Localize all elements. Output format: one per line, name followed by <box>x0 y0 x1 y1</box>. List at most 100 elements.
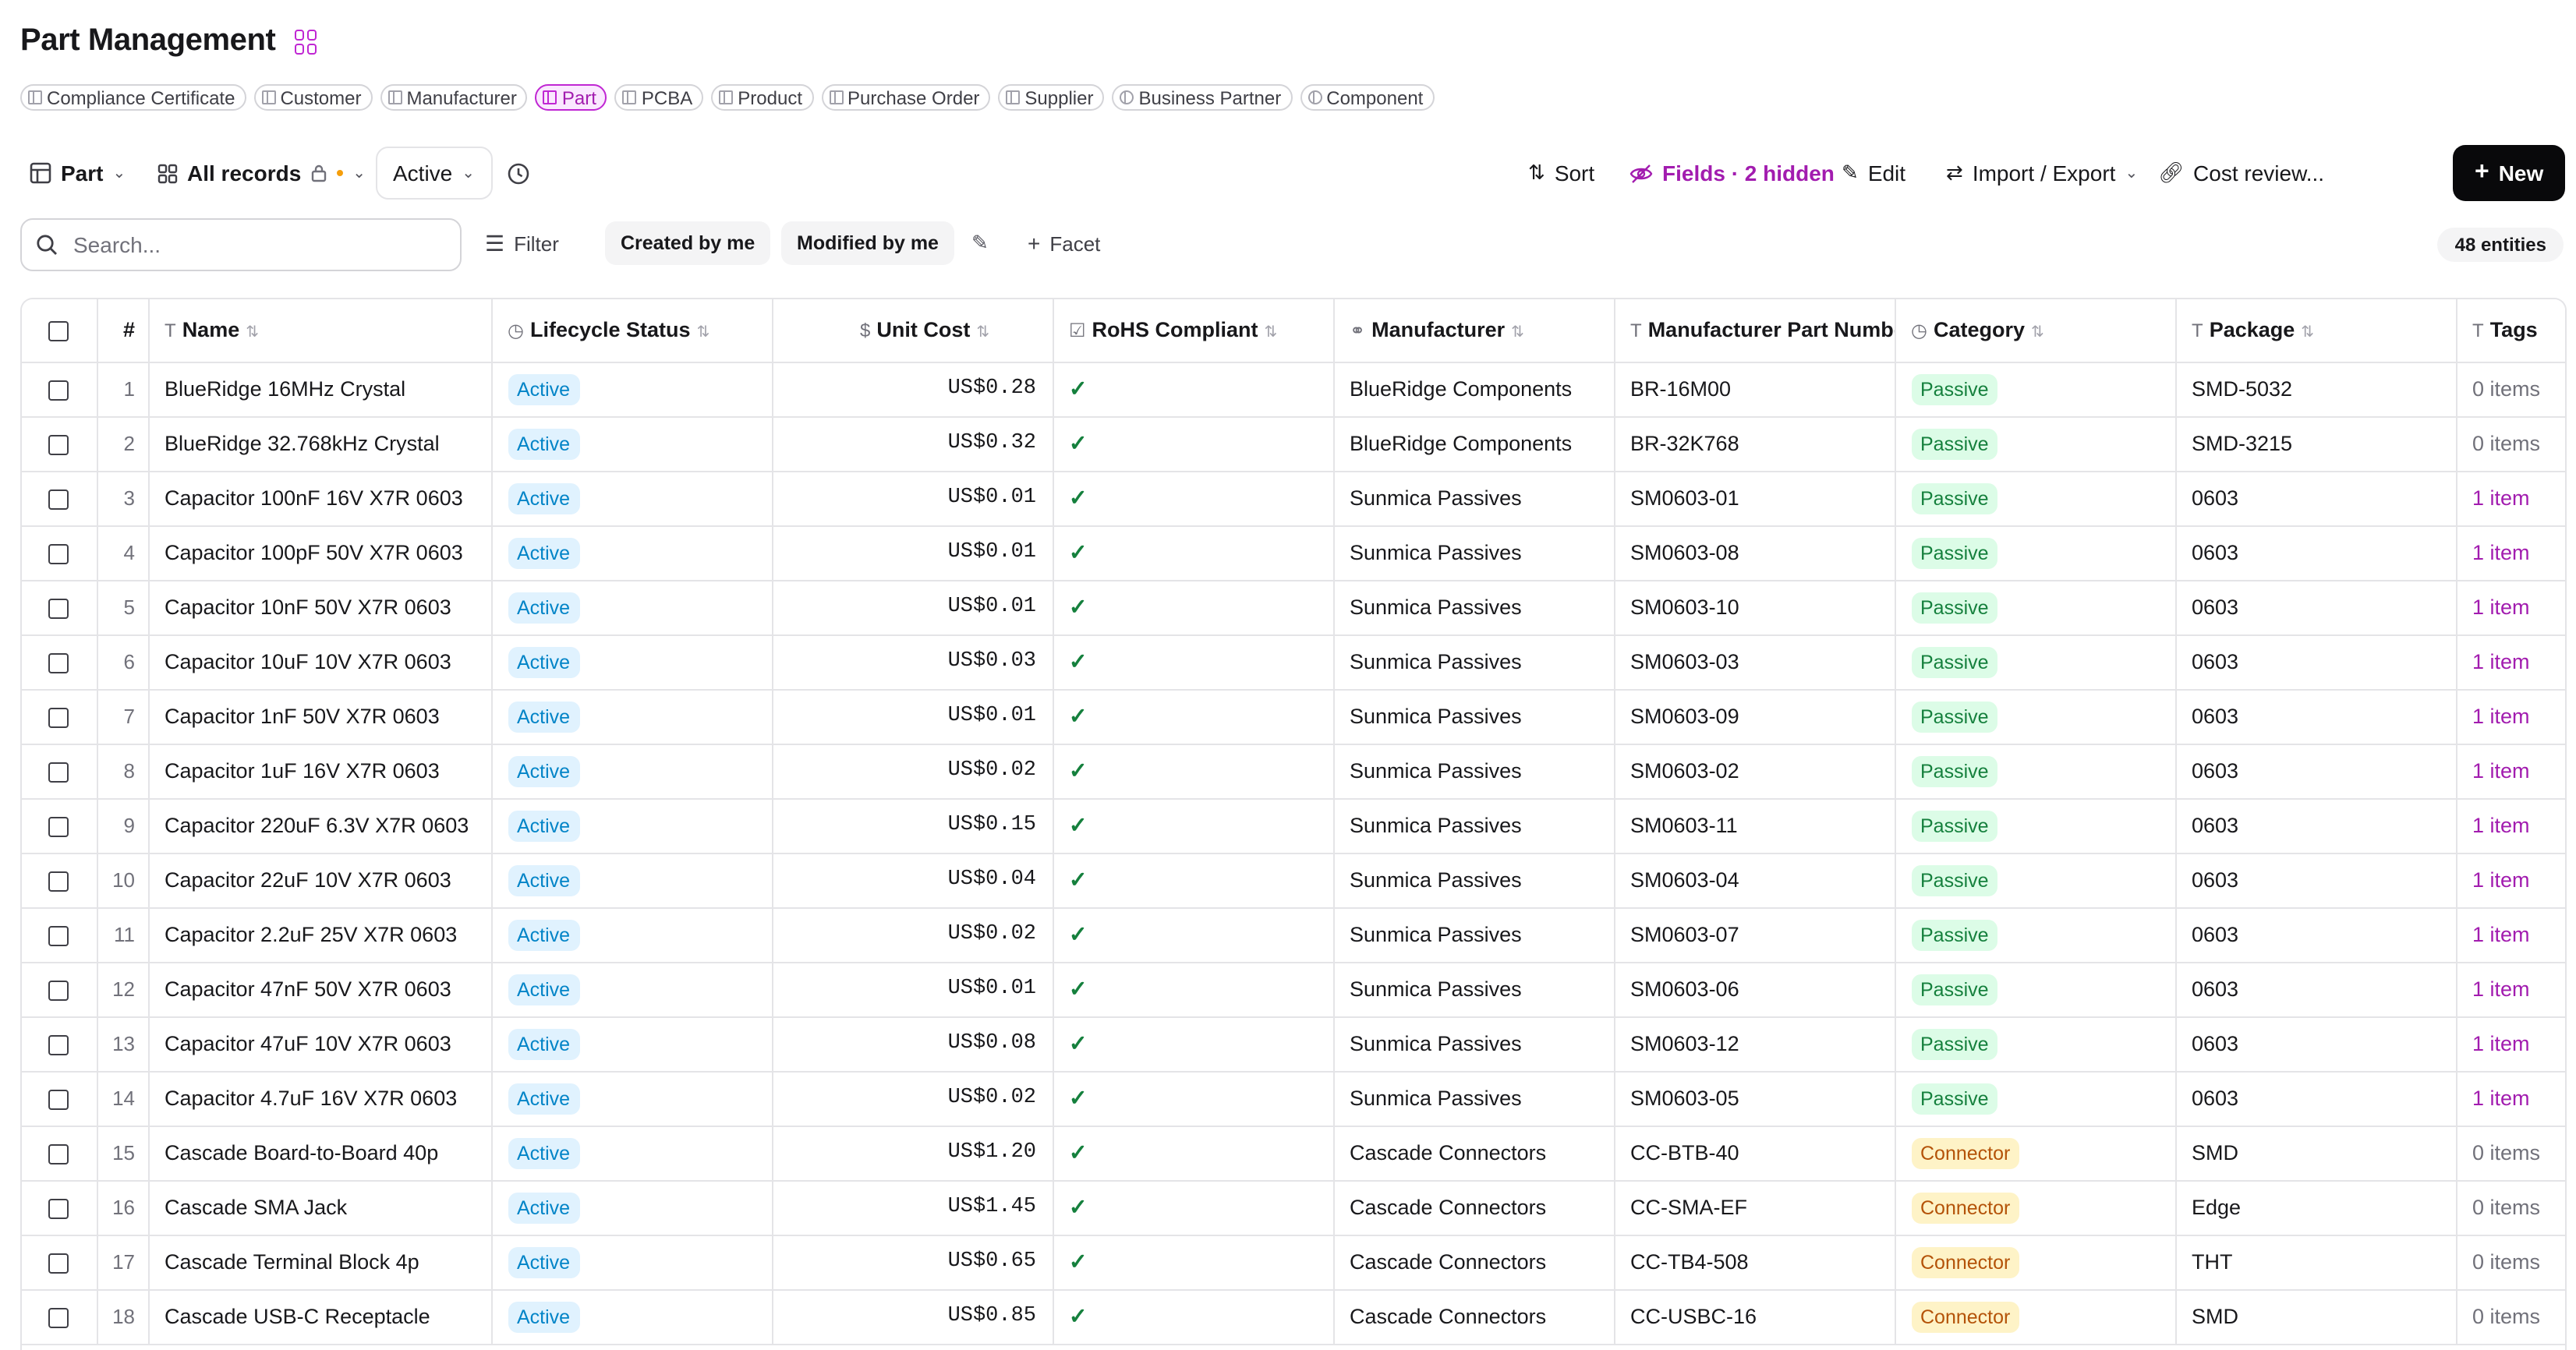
select-all-checkbox-cell[interactable] <box>22 299 97 362</box>
cell-unit-cost[interactable]: US$0.32 <box>772 416 1053 472</box>
tab-customer[interactable]: Customer <box>253 84 373 111</box>
row-checkbox-cell[interactable] <box>22 798 97 853</box>
cell-package[interactable]: 0603 <box>2175 962 2457 1017</box>
cell-manufacturer[interactable]: Sunmica Passives <box>1333 853 1615 908</box>
row-checkbox-cell[interactable] <box>22 1235 97 1290</box>
cell-name[interactable]: Capacitor 22uF 10V X7R 0603 <box>148 853 492 908</box>
cell-mpn[interactable]: CC-BTB-40 <box>1614 1126 1895 1181</box>
cell-category[interactable]: Passive <box>1895 962 2176 1017</box>
cell-tags[interactable]: 0 items <box>2456 416 2565 472</box>
row-checkbox[interactable] <box>48 1143 69 1164</box>
cell-mpn[interactable]: SM0603-06 <box>1614 962 1895 1017</box>
cell-name[interactable]: BlueRidge 32.768kHz Crystal <box>148 416 492 472</box>
created-by-me-chip[interactable]: Created by me <box>605 221 771 265</box>
cell-category[interactable]: Passive <box>1895 744 2176 799</box>
row-checkbox[interactable] <box>48 1089 69 1110</box>
row-checkbox[interactable] <box>48 1253 69 1274</box>
table-row[interactable]: 10 Capacitor 22uF 10V X7R 0603 Active US$0.… <box>22 853 2565 908</box>
filter-button[interactable]: ☰ Filter <box>485 221 559 265</box>
cell-rohs-compliant[interactable]: ✓ <box>1053 416 1334 472</box>
cell-tags[interactable]: 1 item <box>2456 962 2565 1017</box>
cell-name[interactable]: Cascade USB-C Receptacle <box>148 1289 492 1345</box>
tab-part[interactable]: Part <box>535 84 607 111</box>
row-checkbox-cell[interactable] <box>22 1016 97 1072</box>
cell-unit-cost[interactable]: US$0.28 <box>772 362 1053 417</box>
table-row[interactable]: 18 Cascade USB-C Receptacle Active US$0.85 ✓… <box>22 1289 2565 1345</box>
entity-select[interactable]: Part ⌄ <box>30 145 126 201</box>
row-checkbox-cell[interactable] <box>22 689 97 744</box>
search-input[interactable] <box>70 231 435 259</box>
column-header-name[interactable]: T Name ⇅ <box>148 299 492 362</box>
cell-category[interactable]: Connector <box>1895 1126 2176 1181</box>
cell-manufacturer[interactable]: BlueRidge Components <box>1333 416 1615 472</box>
row-checkbox[interactable] <box>48 380 69 401</box>
cell-category[interactable]: Connector <box>1895 1235 2176 1290</box>
cell-manufacturer[interactable]: Sunmica Passives <box>1333 471 1615 526</box>
cell-package[interactable]: SMD <box>2175 1126 2457 1181</box>
cell-package[interactable]: Edge <box>2175 1180 2457 1235</box>
cell-mpn[interactable]: CC-USBC-16 <box>1614 1289 1895 1345</box>
cell-unit-cost[interactable]: US$0.85 <box>772 1289 1053 1345</box>
row-checkbox[interactable] <box>48 871 69 892</box>
cell-mpn[interactable]: SM0603-07 <box>1614 907 1895 963</box>
tab-pcba[interactable]: PCBA <box>614 84 704 111</box>
row-checkbox[interactable] <box>48 707 69 728</box>
cell-tags[interactable]: 0 items <box>2456 1289 2565 1345</box>
cell-mpn[interactable]: SM0603-04 <box>1614 853 1895 908</box>
cell-lifecycle-status[interactable]: Active <box>491 744 773 799</box>
cell-manufacturer[interactable]: Sunmica Passives <box>1333 634 1615 690</box>
cell-category[interactable]: Connector <box>1895 1289 2176 1345</box>
row-checkbox-cell[interactable] <box>22 471 97 526</box>
cell-rohs-compliant[interactable]: ✓ <box>1053 853 1334 908</box>
cell-package[interactable]: 0603 <box>2175 1016 2457 1072</box>
cell-manufacturer[interactable]: Sunmica Passives <box>1333 744 1615 799</box>
cell-manufacturer[interactable]: Sunmica Passives <box>1333 580 1615 635</box>
cell-rohs-compliant[interactable]: ✓ <box>1053 525 1334 581</box>
cell-lifecycle-status[interactable]: Active <box>491 1071 773 1126</box>
cell-mpn[interactable]: SM0603-12 <box>1614 1016 1895 1072</box>
row-checkbox-cell[interactable] <box>22 962 97 1017</box>
cell-lifecycle-status[interactable]: Active <box>491 580 773 635</box>
cell-unit-cost[interactable]: US$0.01 <box>772 525 1053 581</box>
cell-manufacturer[interactable]: Sunmica Passives <box>1333 962 1615 1017</box>
cell-mpn[interactable]: SM0603-09 <box>1614 689 1895 744</box>
cell-tags[interactable]: 1 item <box>2456 744 2565 799</box>
row-checkbox[interactable] <box>48 652 69 673</box>
cell-tags[interactable]: 1 item <box>2456 1016 2565 1072</box>
row-checkbox-cell[interactable] <box>22 853 97 908</box>
tab-compliance-certificate[interactable]: Compliance Certificate <box>20 84 246 111</box>
cell-category[interactable]: Passive <box>1895 689 2176 744</box>
cell-package[interactable]: SMD-3215 <box>2175 416 2457 472</box>
cell-unit-cost[interactable]: US$0.15 <box>772 798 1053 853</box>
fields-button[interactable]: Fields · 2 hidden <box>1629 145 1835 201</box>
table-row[interactable]: 17 Cascade Terminal Block 4p Active US$0.65… <box>22 1235 2565 1290</box>
cell-unit-cost[interactable]: US$0.01 <box>772 962 1053 1017</box>
cell-rohs-compliant[interactable]: ✓ <box>1053 1016 1334 1072</box>
cost-review-button[interactable]: 🔗︎ Cost review... <box>2158 145 2324 201</box>
row-checkbox[interactable] <box>48 434 69 455</box>
cell-tags[interactable]: 1 item <box>2456 853 2565 908</box>
cell-manufacturer[interactable]: Cascade Connectors <box>1333 1289 1615 1345</box>
cell-tags[interactable]: 1 item <box>2456 907 2565 963</box>
cell-manufacturer[interactable]: Sunmica Passives <box>1333 1016 1615 1072</box>
cell-mpn[interactable]: BR-32K768 <box>1614 416 1895 472</box>
cell-rohs-compliant[interactable]: ✓ <box>1053 580 1334 635</box>
cell-name[interactable]: Cascade Terminal Block 4p <box>148 1235 492 1290</box>
cell-rohs-compliant[interactable]: ✓ <box>1053 798 1334 853</box>
cell-manufacturer[interactable]: Sunmica Passives <box>1333 525 1615 581</box>
cell-unit-cost[interactable]: US$0.65 <box>772 1235 1053 1290</box>
tab-manufacturer[interactable]: Manufacturer <box>380 84 528 111</box>
cell-unit-cost[interactable]: US$0.02 <box>772 1071 1053 1126</box>
cell-name[interactable]: Capacitor 1nF 50V X7R 0603 <box>148 689 492 744</box>
cell-name[interactable]: Capacitor 4.7uF 16V X7R 0603 <box>148 1071 492 1126</box>
row-checkbox-cell[interactable] <box>22 907 97 963</box>
cell-lifecycle-status[interactable]: Active <box>491 962 773 1017</box>
search-box[interactable] <box>20 218 462 271</box>
cell-lifecycle-status[interactable]: Active <box>491 471 773 526</box>
table-row[interactable]: 14 Capacitor 4.7uF 16V X7R 0603 Active US$0… <box>22 1071 2565 1126</box>
cell-name[interactable]: Capacitor 100nF 16V X7R 0603 <box>148 471 492 526</box>
history-button[interactable] <box>507 145 530 201</box>
cell-name[interactable]: BlueRidge 16MHz Crystal <box>148 362 492 417</box>
cell-name[interactable]: Capacitor 47uF 10V X7R 0603 <box>148 1016 492 1072</box>
cell-mpn[interactable]: BR-16M00 <box>1614 362 1895 417</box>
